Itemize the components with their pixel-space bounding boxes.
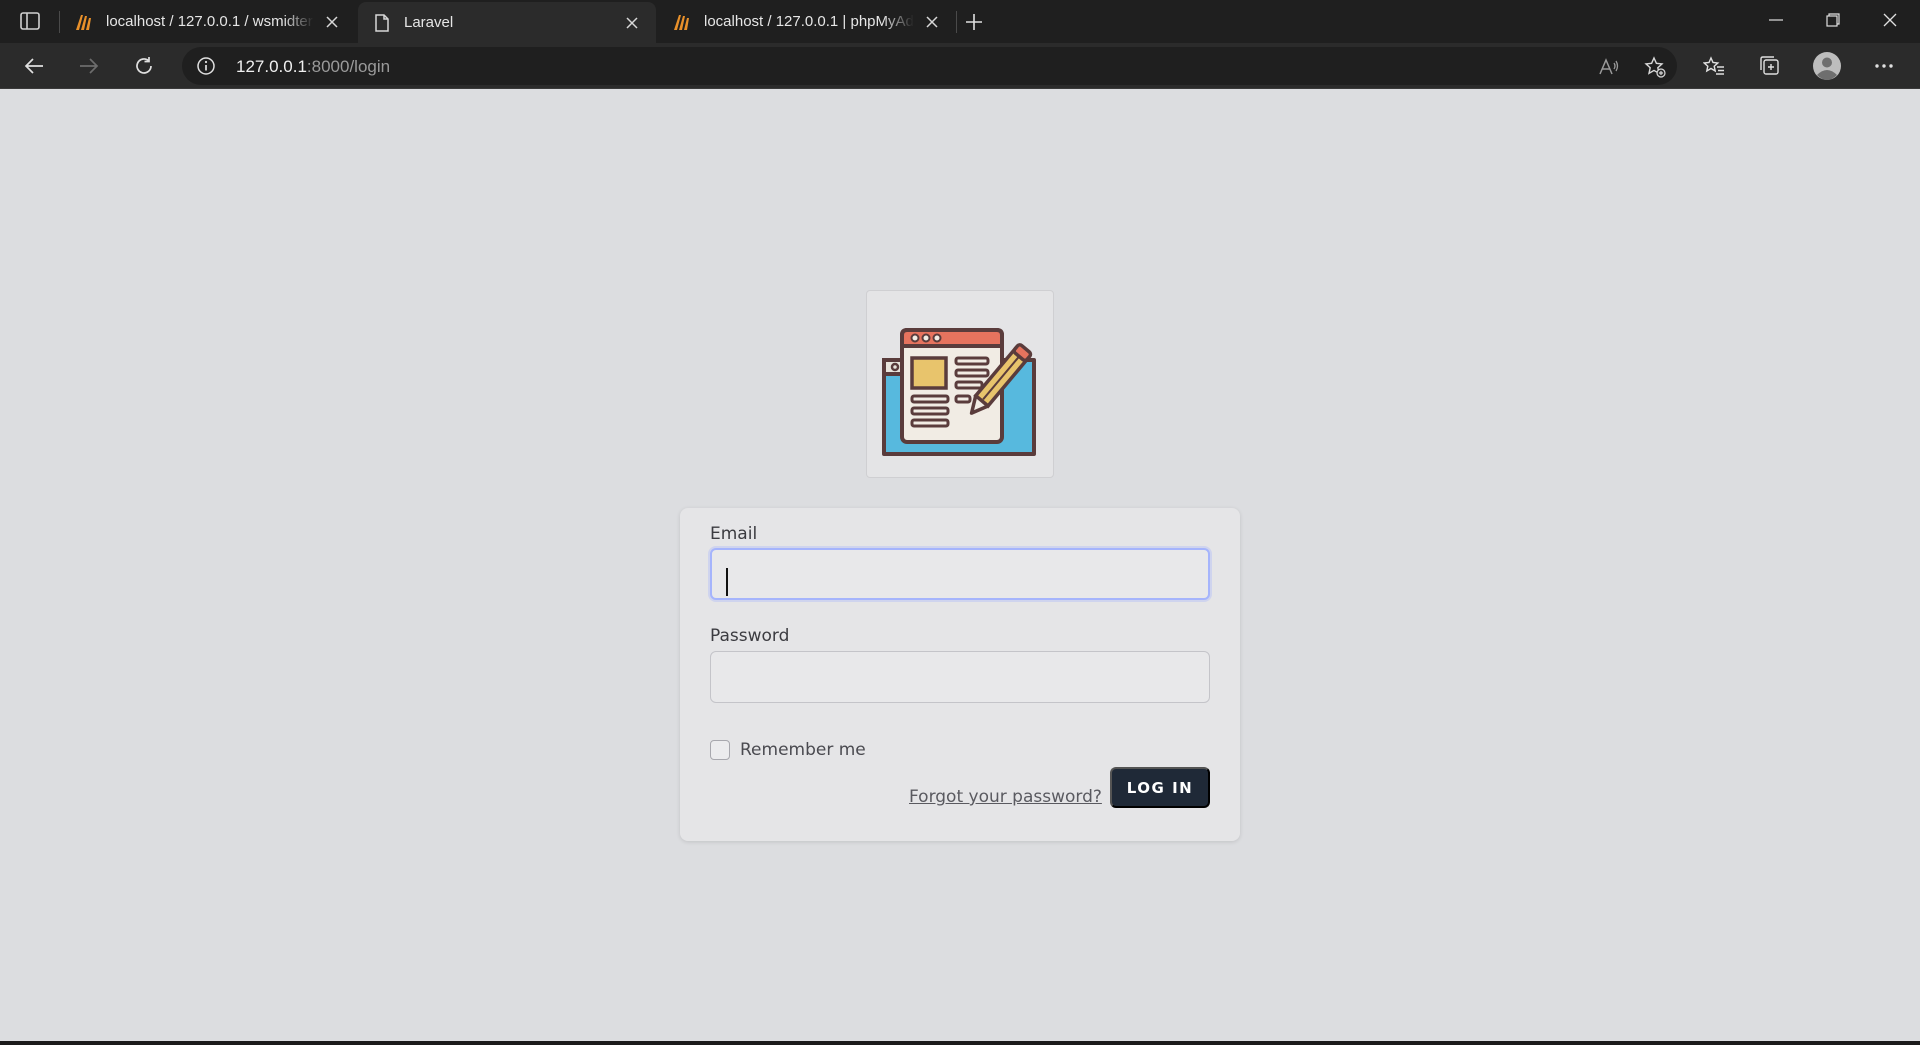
favorites-icon[interactable]: [1696, 50, 1732, 82]
close-tab-icon[interactable]: [922, 12, 942, 32]
browser-titlebar: localhost / 127.0.0.1 / wsmidterm Larave…: [0, 0, 1920, 43]
collections-icon[interactable]: [1752, 50, 1788, 82]
close-tab-icon[interactable]: [622, 13, 642, 33]
back-icon[interactable]: [17, 50, 51, 82]
forgot-password-link[interactable]: Forgot your password?: [909, 787, 1102, 807]
refresh-icon[interactable]: [127, 50, 161, 82]
remember-me-checkbox[interactable]: [710, 740, 730, 760]
url-host: 127.0.0.1: [236, 57, 307, 76]
email-label: Email: [710, 524, 758, 544]
add-favorite-icon[interactable]: [1644, 56, 1666, 78]
text-caret: [726, 568, 728, 596]
phpmyadmin-icon: [74, 12, 94, 32]
tab-laravel[interactable]: Laravel: [358, 2, 656, 43]
profile-avatar-icon[interactable]: [1809, 50, 1845, 82]
taskbar-strip: [0, 1041, 1920, 1045]
tab-divider: [956, 11, 957, 33]
tab-title: localhost / 127.0.0.1 / wsmidterm: [106, 13, 314, 30]
remember-me-label[interactable]: Remember me: [740, 740, 866, 760]
restore-icon[interactable]: [1805, 0, 1861, 40]
tab-title: Laravel: [404, 14, 454, 31]
more-options-icon[interactable]: [1866, 50, 1902, 82]
minimize-icon[interactable]: [1748, 0, 1804, 40]
close-tab-icon[interactable]: [322, 12, 342, 32]
app-logo[interactable]: [866, 290, 1054, 478]
tab-wsmidterm[interactable]: localhost / 127.0.0.1 / wsmidterm: [60, 0, 356, 43]
address-bar[interactable]: 127.0.0.1:8000/login: [182, 47, 1677, 85]
browser-toolbar: 127.0.0.1:8000/login: [0, 43, 1920, 89]
login-form: Email Password Remember me Forgot your p…: [680, 508, 1240, 841]
blog-editor-icon: [882, 328, 1036, 456]
page-content: Email Password Remember me Forgot your p…: [0, 89, 1920, 1041]
forward-icon[interactable]: [72, 50, 106, 82]
password-label: Password: [710, 626, 790, 646]
login-button[interactable]: LOG IN: [1110, 767, 1210, 808]
site-info-icon[interactable]: [196, 56, 216, 76]
email-field[interactable]: [710, 548, 1210, 600]
tab-title: localhost / 127.0.0.1 | phpMyAdmin: [704, 13, 914, 30]
url-text: 127.0.0.1:8000/login: [236, 57, 390, 77]
remember-me-row[interactable]: Remember me: [710, 740, 866, 760]
tab-phpmyadmin[interactable]: localhost / 127.0.0.1 | phpMyAdmin: [658, 0, 956, 43]
phpmyadmin-icon: [672, 12, 692, 32]
close-window-icon[interactable]: [1862, 0, 1918, 40]
tab-actions-icon[interactable]: [14, 9, 46, 33]
url-path: :8000/login: [306, 57, 391, 76]
new-tab-icon[interactable]: [960, 8, 988, 36]
page-icon: [372, 13, 392, 33]
password-field[interactable]: [710, 651, 1210, 703]
read-aloud-icon[interactable]: [1598, 56, 1620, 78]
